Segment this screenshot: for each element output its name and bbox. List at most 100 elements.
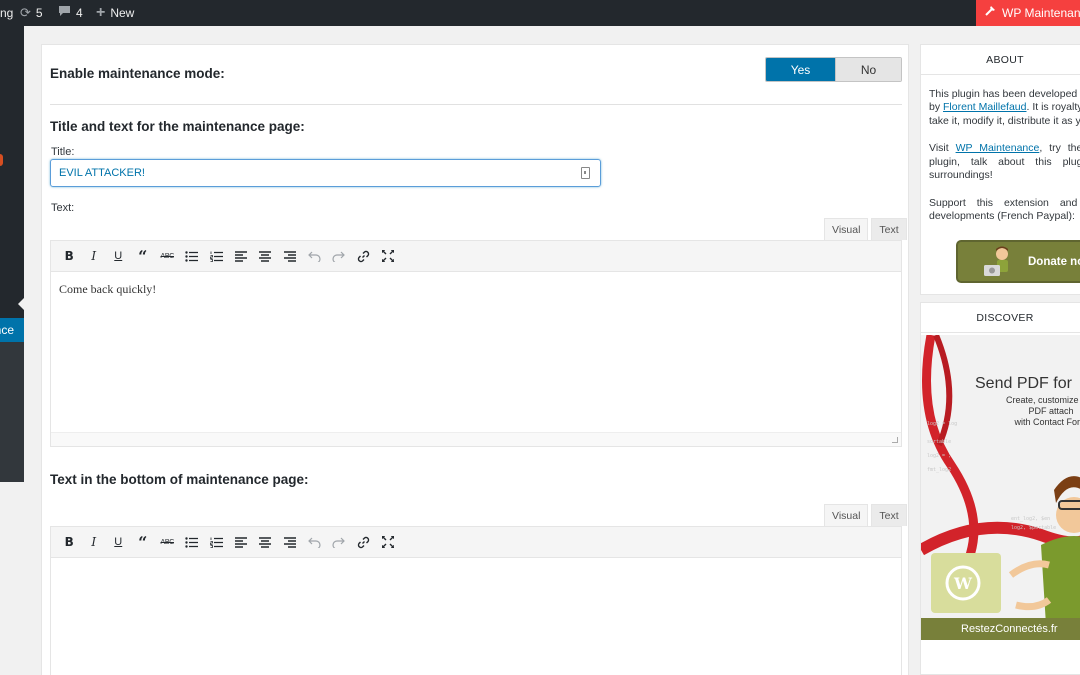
settings-panel: Enable maintenance mode: Yes No Title an…	[41, 44, 909, 675]
align-center-icon[interactable]	[253, 243, 278, 269]
bold-icon[interactable]: B	[57, 243, 82, 269]
title-field-label: Title:	[51, 146, 75, 158]
menu-item-wp-maintenance[interactable]: WP Maintenance	[0, 318, 24, 342]
divider	[50, 104, 902, 105]
editor2-tabs: Visual Text	[824, 504, 907, 526]
update-notification-dot	[0, 154, 3, 166]
fullscreen-icon[interactable]	[376, 243, 401, 269]
toggle-yes-button[interactable]: Yes	[766, 58, 835, 81]
donate-character-icon	[982, 245, 1018, 279]
svg-text:log2 = log: log2 = log	[927, 421, 957, 427]
visit-line2: plugin, talk about this plugin	[929, 156, 1080, 168]
hammer-icon	[984, 0, 997, 26]
menu-item-label: WP Maintenance	[0, 323, 14, 337]
wp-maintenance-adminbar-link[interactable]: WP Maintenance	[976, 0, 1080, 26]
svg-text:W: W	[953, 574, 973, 593]
editor1-content[interactable]: Come back quickly!	[51, 272, 901, 307]
donate-button[interactable]: Donate now	[956, 240, 1080, 283]
author-link[interactable]: Florent Maillefaud	[943, 101, 1026, 113]
blockquote-icon[interactable]: “	[131, 529, 156, 555]
new-label: New	[110, 6, 135, 20]
align-left-icon[interactable]	[229, 529, 254, 555]
title-section-heading: Title and text for the maintenance page:	[50, 119, 305, 134]
svg-text:log2, $portable: log2, $portable	[1011, 525, 1056, 531]
send-pdf-ad-banner[interactable]: log2 = log sortable log2 = ; fmt_log2 ent_lo…	[921, 335, 1080, 640]
resize-handle[interactable]	[892, 437, 898, 443]
visit-line1: Visit WP Maintenance, try the	[929, 142, 1080, 156]
wp-maintenance-link[interactable]: WP Maintenance	[956, 142, 1040, 154]
site-name-label: ng	[0, 6, 14, 20]
svg-text:ent_log2, $en: ent_log2, $en	[1011, 516, 1050, 522]
align-center-icon[interactable]	[253, 529, 278, 555]
maintenance-toggle: Yes No	[765, 57, 902, 82]
strikethrough-icon[interactable]: ABC	[155, 243, 180, 269]
redo-icon[interactable]	[327, 243, 352, 269]
editor1-tab-visual[interactable]: Visual	[824, 218, 869, 240]
editor1-tab-text[interactable]: Text	[871, 218, 907, 240]
editor2-tab-text[interactable]: Text	[871, 504, 907, 526]
support-line1: Support this extension and	[929, 197, 1078, 209]
editor2-toolbar: B I U “ ABC	[51, 527, 901, 558]
admin-submenu	[0, 342, 24, 482]
about-box: ABOUT This plugin has been developed for…	[920, 44, 1080, 295]
align-left-icon[interactable]	[229, 243, 254, 269]
editor1-statusbar	[51, 432, 901, 446]
plus-icon: +	[96, 4, 106, 21]
support-line2: developments (French Paypal):	[929, 210, 1075, 222]
link-icon[interactable]	[351, 529, 376, 555]
link-icon[interactable]	[351, 243, 376, 269]
password-manager-icon[interactable]	[581, 167, 590, 179]
undo-icon[interactable]	[302, 243, 327, 269]
editor2-tab-visual[interactable]: Visual	[824, 504, 869, 526]
about-line1: This plugin has been developed for you	[929, 88, 1080, 100]
strikethrough-icon[interactable]: ABC	[155, 529, 180, 555]
toggle-no-button[interactable]: No	[835, 58, 901, 81]
undo-icon[interactable]	[302, 529, 327, 555]
title-input[interactable]: EVIL ATTACKER!	[50, 159, 601, 187]
ad-subtitle-line2: PDF attach	[1028, 406, 1074, 416]
donate-label: Donate now	[1028, 255, 1080, 268]
bullet-list-icon[interactable]	[180, 243, 205, 269]
visit-prefix: Visit	[929, 142, 956, 154]
svg-text:log2 = ;: log2 = ;	[927, 453, 951, 459]
ad-subtitle-line1: Create, customize and	[1005, 395, 1080, 405]
align-right-icon[interactable]	[278, 529, 303, 555]
ad-footer-brand: RestezConnectés.fr	[921, 618, 1080, 640]
ad-subtitle: Create, customize and PDF attach with Co…	[981, 395, 1080, 428]
comment-icon	[58, 0, 71, 26]
admin-bar: ng ⟳ 5 4 + New WP Maintenance	[0, 0, 1080, 26]
redo-icon[interactable]	[327, 529, 352, 555]
text-field-label: Text:	[51, 202, 75, 214]
align-right-icon[interactable]	[278, 243, 303, 269]
svg-text:fmt_log2: fmt_log2	[927, 467, 951, 473]
discover-header: DISCOVER	[921, 303, 1080, 333]
bullet-list-icon[interactable]	[180, 529, 205, 555]
about-header: ABOUT	[921, 45, 1080, 75]
comments-link[interactable]: 4	[58, 0, 83, 26]
bold-icon[interactable]: B	[57, 529, 82, 555]
current-menu-arrow	[18, 296, 26, 312]
underline-icon[interactable]: U	[106, 243, 131, 269]
wp-maintenance-label: WP Maintenance	[1002, 6, 1080, 20]
visit-suffix: , try the	[1039, 142, 1080, 154]
fullscreen-icon[interactable]	[376, 529, 401, 555]
blockquote-icon[interactable]: “	[131, 243, 156, 269]
editor1: B I U “ ABC Come back quickly!	[50, 240, 902, 447]
discover-box: DISCOVER log2 = log sortable log2 = ; fmt_l…	[920, 302, 1080, 675]
italic-icon[interactable]: I	[82, 529, 107, 555]
underline-icon[interactable]: U	[106, 529, 131, 555]
bottom-text-heading: Text in the bottom of maintenance page:	[50, 472, 309, 487]
ad-subtitle-line3: with Contact Form	[1014, 417, 1080, 427]
visit-line3: surroundings!	[929, 169, 993, 181]
about-line2: by Florent Maillefaud. It is royalty fre…	[929, 101, 1080, 115]
editor2-content[interactable]	[51, 558, 901, 578]
numbered-list-icon[interactable]	[204, 529, 229, 555]
new-content-link[interactable]: + New	[96, 0, 134, 26]
italic-icon[interactable]: I	[82, 243, 107, 269]
enable-maintenance-label: Enable maintenance mode:	[50, 66, 225, 81]
site-name-link[interactable]: ng	[0, 0, 13, 26]
editor1-tabs: Visual Text	[824, 218, 907, 240]
updates-link[interactable]: ⟳ 5	[20, 0, 43, 26]
numbered-list-icon[interactable]	[204, 243, 229, 269]
ad-title: Send PDF for	[975, 375, 1072, 392]
